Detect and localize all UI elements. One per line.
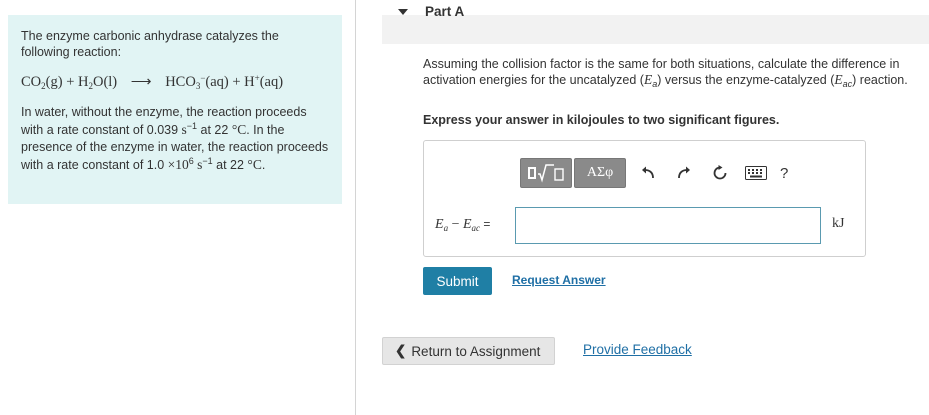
reaction-arrow: ⟶ bbox=[130, 74, 152, 90]
keyboard-icon[interactable] bbox=[742, 158, 770, 188]
question-eac: E bbox=[834, 72, 843, 87]
problem-intro: The enzyme carbonic anhydrase catalyzes … bbox=[21, 29, 279, 59]
question-ea: E bbox=[643, 72, 653, 87]
templates-button[interactable] bbox=[520, 158, 572, 188]
problem-panel: The enzyme carbonic anhydrase catalyzes … bbox=[8, 15, 342, 204]
reaction-equation: CO2(g) + H2O(l) ⟶ HCO3−(aq) + H+(aq) bbox=[21, 74, 330, 91]
question-text-2: ) versus the enzyme-catalyzed ( bbox=[657, 73, 835, 87]
eq-h2o-rest: O(l) bbox=[92, 74, 118, 90]
answer-unit: kJ bbox=[832, 216, 845, 231]
desc-times: ×10 bbox=[167, 157, 189, 172]
answer-input[interactable] bbox=[515, 207, 821, 244]
eq-hco3: HCO bbox=[165, 74, 196, 90]
problem-description: In water, without the enzyme, the reacti… bbox=[21, 104, 330, 174]
redo-icon[interactable] bbox=[670, 158, 698, 188]
math-toolbar: ΑΣφ ? bbox=[520, 158, 788, 188]
undo-icon[interactable] bbox=[634, 158, 662, 188]
question-eac-sub: ac bbox=[842, 79, 853, 89]
help-icon[interactable]: ? bbox=[780, 165, 788, 182]
question-text-3: ) reaction. bbox=[852, 73, 908, 87]
caret-down-icon[interactable] bbox=[398, 9, 408, 15]
desc-text-2: at 22 bbox=[197, 123, 232, 137]
return-label: Return to Assignment bbox=[411, 343, 541, 359]
templates-icon bbox=[528, 164, 564, 183]
chevron-left-icon: ❮ bbox=[395, 343, 407, 358]
answer-label-minus: − bbox=[448, 217, 463, 232]
desc-temp-1: °C bbox=[231, 122, 247, 137]
request-answer-link[interactable]: Request Answer bbox=[512, 273, 606, 287]
question-text: Assuming the collision factor is the sam… bbox=[423, 56, 923, 89]
return-to-assignment-button[interactable]: ❮ Return to Assignment bbox=[382, 337, 555, 365]
eq-co2: CO bbox=[21, 74, 42, 90]
answer-label-e: E bbox=[435, 217, 444, 232]
provide-feedback-link[interactable]: Provide Feedback bbox=[583, 342, 692, 357]
answer-label-eq: = bbox=[480, 217, 491, 231]
part-title[interactable]: Part A bbox=[425, 4, 464, 19]
submit-button[interactable]: Submit bbox=[423, 267, 492, 295]
desc-text-4: at 22 bbox=[212, 158, 248, 172]
desc-unit-2-sup: −1 bbox=[202, 156, 213, 166]
answer-label-e2: E bbox=[462, 217, 472, 232]
greek-symbols-button[interactable]: ΑΣφ bbox=[574, 158, 626, 188]
answer-label-ac: ac bbox=[471, 223, 481, 233]
part-header[interactable]: Part A bbox=[382, 0, 929, 44]
desc-text-5: . bbox=[261, 158, 266, 172]
eq-hco3-state: (aq) + H bbox=[205, 74, 255, 90]
answer-label: Ea − Eac = bbox=[435, 217, 490, 233]
desc-unit-1-sup: −1 bbox=[186, 121, 198, 131]
eq-co2-state: (g) + H bbox=[45, 74, 89, 90]
eq-h-state: (aq) bbox=[259, 74, 284, 90]
panel-divider bbox=[355, 0, 356, 415]
instruction-text: Express your answer in kilojoules to two… bbox=[423, 113, 780, 127]
desc-temp-2: °C bbox=[247, 157, 262, 172]
reset-icon[interactable] bbox=[706, 158, 734, 188]
